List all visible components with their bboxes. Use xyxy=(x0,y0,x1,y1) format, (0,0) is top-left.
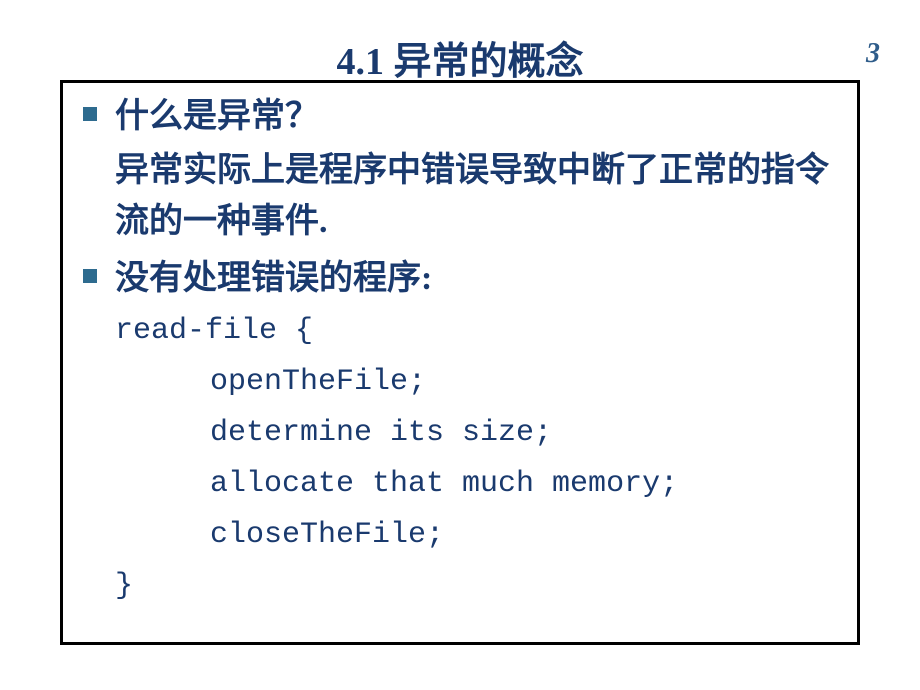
bullet-item-1: 什么是异常？ xyxy=(83,93,837,141)
bullet-1-body: 异常实际上是程序中错误导致中断了正常的指令流的一种事件. xyxy=(115,145,837,247)
code-block: read-file { openTheFile; determine its s… xyxy=(115,306,837,612)
bullet-1-heading: 什么是异常？ xyxy=(115,93,319,141)
code-line-2: openTheFile; xyxy=(115,357,837,408)
page-number: 3 xyxy=(866,38,880,70)
title-bar: 4.1 异常的概念 xyxy=(0,30,920,85)
code-line-6: } xyxy=(115,561,837,612)
slide-title: 4.1 异常的概念 xyxy=(336,41,583,83)
code-line-4: allocate that much memory; xyxy=(115,459,837,510)
code-line-5: closeTheFile; xyxy=(115,510,837,561)
bullet-2-heading: 没有处理错误的程序: xyxy=(115,255,432,303)
slide: 4.1 异常的概念 3 什么是异常？ 异常实际上是程序中错误导致中断了正常的指令… xyxy=(0,0,920,690)
content-box: 什么是异常？ 异常实际上是程序中错误导致中断了正常的指令流的一种事件. 没有处理… xyxy=(60,80,860,645)
code-line-1: read-file { xyxy=(115,306,837,357)
square-bullet-icon xyxy=(83,269,97,283)
square-bullet-icon xyxy=(83,107,97,121)
bullet-item-2: 没有处理错误的程序: xyxy=(83,255,837,303)
code-line-3: determine its size; xyxy=(115,408,837,459)
